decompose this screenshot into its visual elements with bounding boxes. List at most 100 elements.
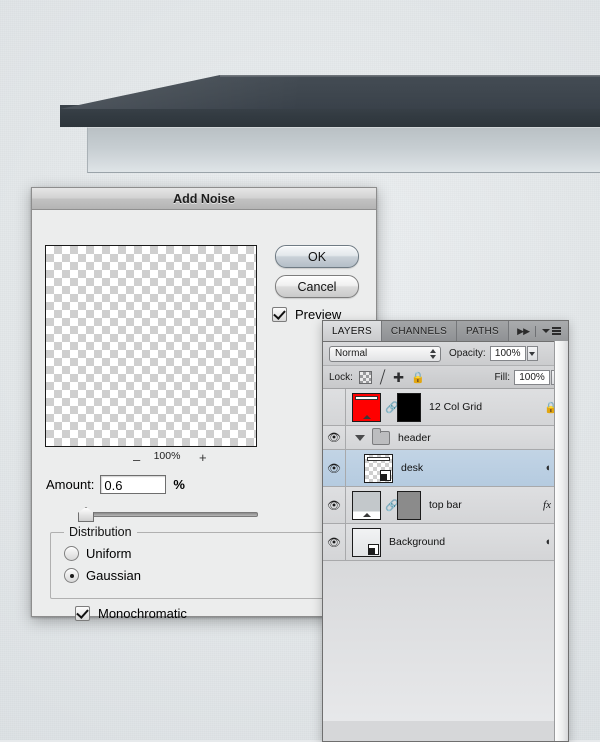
layer-name: top bar <box>429 499 462 511</box>
lock-move-icon[interactable]: ✚ <box>393 371 404 384</box>
lock-all-padlock-icon[interactable]: 🔒 <box>411 371 425 384</box>
transparency-checkerboard <box>46 246 256 446</box>
eye-icon: 👁 <box>327 499 341 512</box>
thumbnail-page-corner <box>380 469 391 481</box>
amount-slider[interactable] <box>78 507 258 522</box>
cancel-button-label: Cancel <box>297 279 337 294</box>
layer-row[interactable]: 👁 Background ◖ <box>323 524 568 561</box>
folder-icon <box>372 427 390 445</box>
opacity-dropdown-icon[interactable] <box>526 346 538 361</box>
zoom-out-button[interactable]: – <box>133 452 140 467</box>
layer-row[interactable]: 👁 header <box>323 426 568 450</box>
adjustment-badge-icon[interactable]: ◖ <box>544 462 551 474</box>
radio-gaussian[interactable]: Gaussian <box>64 568 141 583</box>
layer-thumbnail[interactable] <box>352 392 381 422</box>
layers-panel: LAYERS CHANNELS PATHS ▶▶ Normal Opacity:… <box>322 320 569 742</box>
dialog-title: Add Noise <box>173 191 235 206</box>
monochromatic-checkbox-indicator[interactable] <box>75 606 90 621</box>
layer-row[interactable]: 👁 desk ◖ <box>323 450 568 487</box>
layer-thumbnail[interactable] <box>352 527 381 557</box>
layer-visibility-toggle[interactable]: 👁 <box>323 524 346 560</box>
zoom-in-button[interactable]: + <box>199 450 207 465</box>
layer-name: desk <box>401 462 424 474</box>
panel-tab-icons: ▶▶ <box>517 321 568 341</box>
panel-tab-bar: LAYERS CHANNELS PATHS ▶▶ <box>323 321 568 342</box>
tab-channels[interactable]: CHANNELS <box>381 321 457 341</box>
layer-thumbnails: 🔗 <box>346 392 421 422</box>
thumbnail-bar <box>367 456 390 461</box>
layer-visibility-toggle[interactable]: 👁 <box>323 389 346 425</box>
tab-channels-label: CHANNELS <box>390 325 447 337</box>
panel-menu-icon[interactable] <box>542 327 561 335</box>
cancel-button[interactable]: Cancel <box>275 275 359 298</box>
lock-paint-brush-icon[interactable]: ╱ <box>378 369 388 384</box>
fill-group: Fill: 100% <box>494 369 562 385</box>
noise-preview[interactable] <box>45 245 257 447</box>
layer-thumbnails <box>346 453 393 483</box>
opacity-input[interactable]: 100% <box>489 346 526 361</box>
monochromatic-checkbox[interactable]: Monochromatic <box>75 606 187 621</box>
group-expand-triangle-icon[interactable] <box>355 434 365 441</box>
preview-zoom-controls: – 100% + <box>45 450 255 467</box>
preview-checkbox-indicator[interactable] <box>272 307 287 322</box>
layer-link-icon[interactable]: 🔗 <box>385 401 399 414</box>
distribution-legend: Distribution <box>64 525 137 539</box>
ok-button[interactable]: OK <box>275 245 359 268</box>
chevron-up-icon <box>429 348 436 353</box>
desk-top-sheen <box>60 75 600 109</box>
amount-slider-track[interactable] <box>84 512 258 517</box>
tab-layers-label: LAYERS <box>332 325 372 337</box>
layer-mask-thumbnail[interactable] <box>397 392 421 422</box>
layer-visibility-toggle[interactable]: 👁 <box>323 450 346 486</box>
tab-divider <box>535 325 536 337</box>
top-bar-panel <box>87 127 600 173</box>
fill-input[interactable]: 100% <box>514 369 550 385</box>
amount-row: Amount: 0.6 % <box>46 475 185 494</box>
radio-uniform[interactable]: Uniform <box>64 546 132 561</box>
ok-button-label: OK <box>307 249 327 264</box>
desk-artwork <box>0 0 600 200</box>
radio-uniform-indicator[interactable] <box>64 546 79 561</box>
thumbnail-marker <box>362 512 371 517</box>
blend-mode-stepper-icon[interactable] <box>426 347 439 361</box>
fill-label: Fill: <box>494 371 510 383</box>
lock-transparency-icon[interactable] <box>358 370 372 384</box>
layer-mask-thumbnail[interactable] <box>397 490 421 520</box>
radio-uniform-label: Uniform <box>86 546 132 561</box>
amount-label: Amount: <box>46 477 95 492</box>
radio-gaussian-indicator[interactable] <box>64 568 79 583</box>
eye-icon: 👁 <box>327 432 341 444</box>
amount-input[interactable]: 0.6 <box>100 475 167 494</box>
layer-link-icon[interactable]: 🔗 <box>385 499 399 512</box>
amount-unit-label: % <box>173 477 185 492</box>
layer-thumbnails <box>346 527 381 557</box>
lock-icon-group: ╱ ✚ 🔒 <box>358 369 425 385</box>
layer-thumbnail[interactable] <box>364 453 393 483</box>
layer-row[interactable]: 👁 🔗 top bar fx <box>323 487 568 524</box>
tab-paths-label: PATHS <box>465 325 499 337</box>
layer-name: header <box>398 431 431 444</box>
blend-mode-select[interactable]: Normal <box>329 345 441 362</box>
blend-mode-row: Normal Opacity: 100% <box>323 342 568 366</box>
lock-label: Lock: <box>329 371 353 383</box>
layer-name: Background <box>389 536 446 548</box>
double-chevron-right-icon[interactable]: ▶▶ <box>517 326 530 337</box>
tab-layers[interactable]: LAYERS <box>323 321 382 341</box>
chevron-down-icon <box>542 329 550 333</box>
eye-icon: 👁 <box>327 536 341 549</box>
layer-visibility-toggle[interactable]: 👁 <box>323 426 346 449</box>
thumbnail-page-corner <box>368 543 379 555</box>
top-bar-highlight <box>87 127 600 128</box>
radio-gaussian-label: Gaussian <box>86 568 141 583</box>
layer-row[interactable]: 👁 🔗 12 Col Grid 🔒 <box>323 389 568 426</box>
menu-lines-icon <box>552 327 561 335</box>
thumbnail-marker <box>362 414 371 419</box>
layer-thumbnail[interactable] <box>352 490 381 520</box>
layer-effects-fx-icon[interactable]: fx <box>543 499 551 511</box>
layers-panel-scrollbar[interactable] <box>554 341 568 741</box>
dialog-titlebar[interactable]: Add Noise <box>32 188 376 210</box>
layer-visibility-toggle[interactable]: 👁 <box>323 487 346 523</box>
adjustment-badge-icon[interactable]: ◖ <box>544 536 551 548</box>
amount-slider-thumb[interactable] <box>78 507 94 522</box>
tab-paths[interactable]: PATHS <box>456 321 509 341</box>
